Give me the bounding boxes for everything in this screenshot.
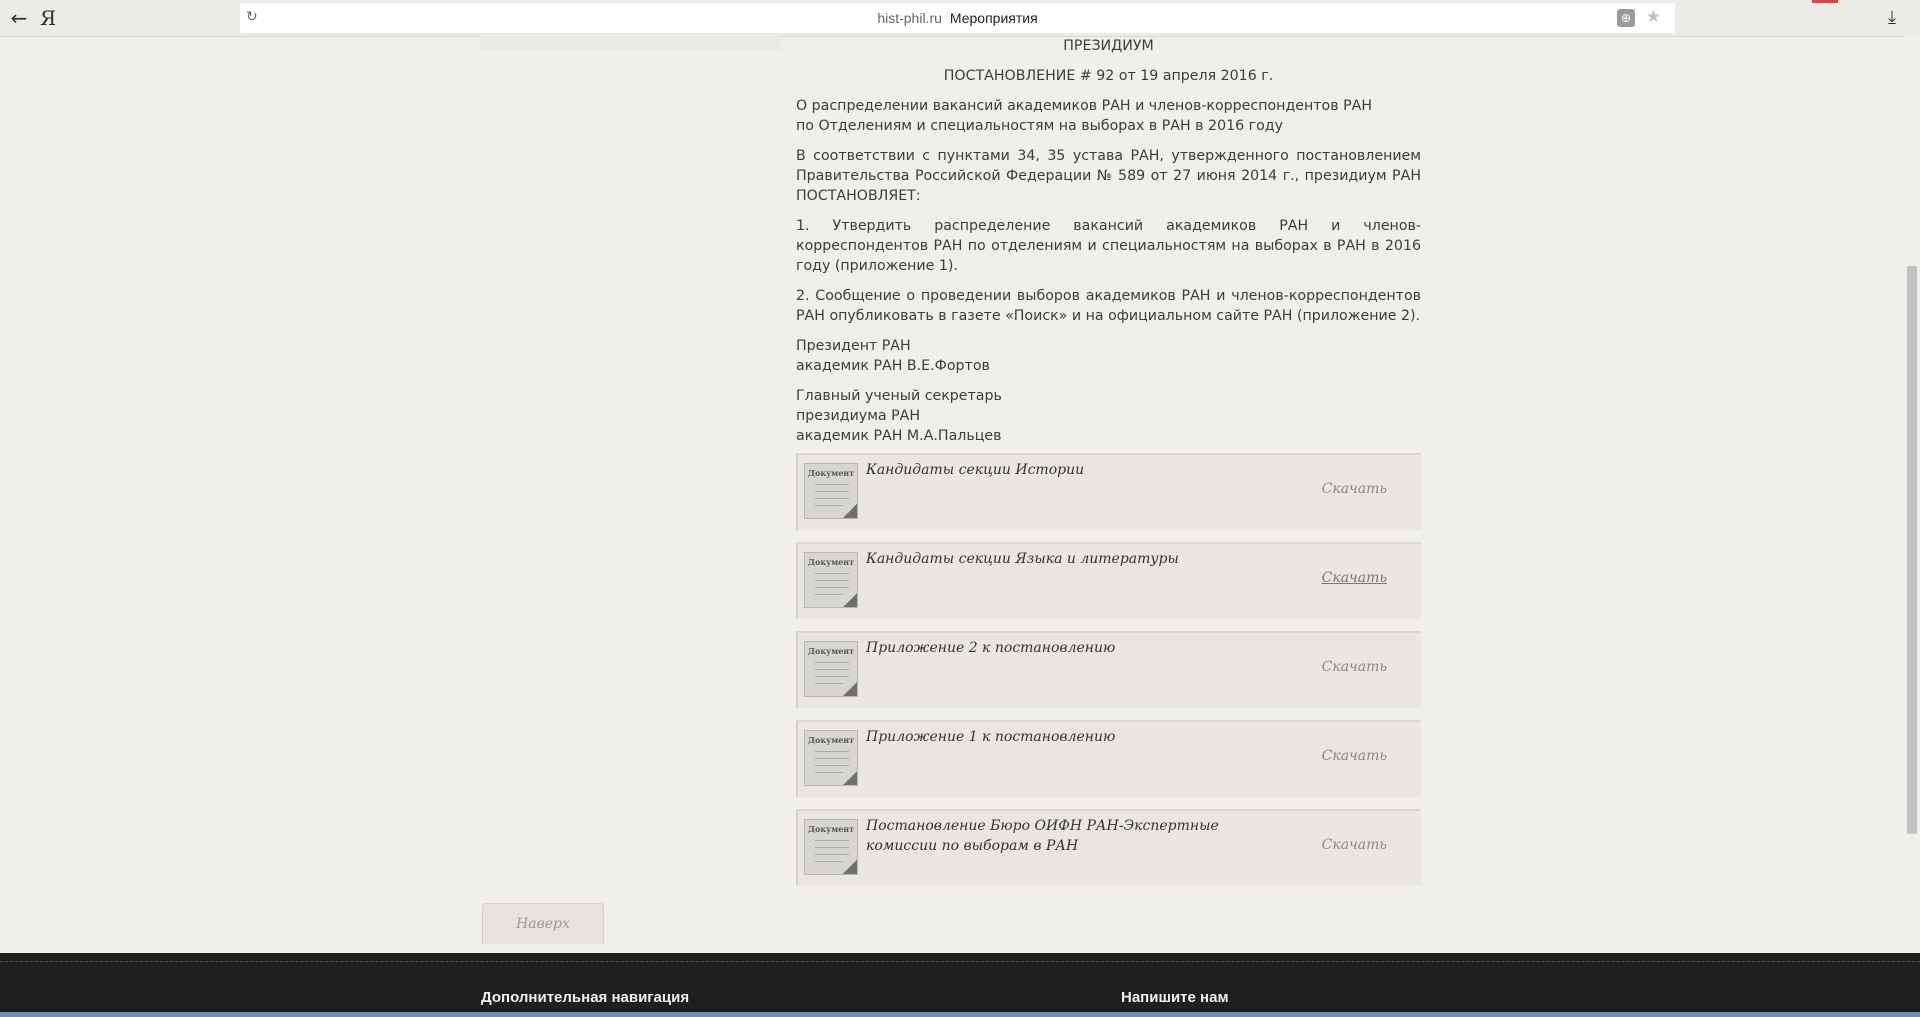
secretary-body: президиума РАН bbox=[796, 408, 921, 424]
decree-item-2: 2. Сообщение о проведении выборов академ… bbox=[796, 288, 1421, 324]
document-icon: Документ bbox=[804, 730, 858, 786]
footer-contact-heading: Напишите нам bbox=[1121, 989, 1229, 1006]
decree-heading: ПРЕЗИДИУМ bbox=[1063, 38, 1154, 54]
document-title[interactable]: Кандидаты секции Истории bbox=[866, 460, 1286, 480]
document-item: Документ Приложение 2 к постановлению Ск… bbox=[796, 631, 1421, 708]
scrollbar-thumb[interactable] bbox=[1907, 266, 1917, 834]
decree-number: ПОСТАНОВЛЕНИЕ # 92 от 19 апреля 2016 г. bbox=[943, 68, 1274, 84]
document-item: Документ Приложение 1 к постановлению Ск… bbox=[796, 720, 1421, 797]
os-taskbar bbox=[0, 1012, 1920, 1017]
president-signature: Президент РАН академик РАН В.Е.Фортов bbox=[796, 336, 1421, 376]
president-title: Президент РАН bbox=[796, 338, 911, 354]
site-footer: Дополнительная навигация Напишите нам bbox=[0, 953, 1920, 1017]
decree-subject-line1: О распределении вакансий академиков РАН … bbox=[796, 98, 1372, 114]
address-page-title: Мероприятия bbox=[949, 10, 1038, 26]
secretary-title: Главный ученый секретарь bbox=[796, 388, 1002, 404]
download-link[interactable]: Скачать bbox=[1322, 748, 1387, 764]
document-list: Документ Кандидаты секции Истории Скачат… bbox=[796, 453, 1421, 898]
decree-content: ПРЕЗИДИУМ ПОСТАНОВЛЕНИЕ # 92 от 19 апрел… bbox=[796, 36, 1421, 456]
browser-toolbar: ← Я ↻ hist-phil.ru Мероприятия ⊕ ★ ⤓ bbox=[0, 0, 1920, 37]
footer-divider bbox=[0, 961, 1920, 962]
address-bar[interactable]: ↻ hist-phil.ru Мероприятия ⊕ ★ bbox=[240, 3, 1675, 33]
address-text: hist-phil.ru Мероприятия bbox=[240, 10, 1675, 26]
document-item: Документ Кандидаты секции Языка и литера… bbox=[796, 542, 1421, 619]
address-domain: hist-phil.ru bbox=[877, 10, 942, 26]
download-link[interactable]: Скачать bbox=[1322, 837, 1387, 853]
document-title[interactable]: Приложение 2 к постановлению bbox=[866, 638, 1286, 658]
decree-subject: О распределении вакансий академиков РАН … bbox=[796, 96, 1421, 136]
bookmark-star-icon[interactable]: ★ bbox=[1646, 7, 1661, 27]
document-icon: Документ bbox=[804, 819, 858, 875]
back-to-top-button[interactable]: Наверх bbox=[482, 903, 604, 944]
page-scrollbar[interactable] bbox=[1904, 36, 1920, 953]
document-item: Документ Постановление Бюро ОИФН РАН-Экс… bbox=[796, 809, 1421, 886]
document-title[interactable]: Кандидаты секции Языка и литературы bbox=[866, 549, 1286, 569]
document-icon: Документ bbox=[804, 641, 858, 697]
decree-item-1: 1. Утвердить распределение вакансий акад… bbox=[796, 218, 1421, 274]
download-link[interactable]: Скачать bbox=[1322, 570, 1387, 586]
yandex-logo[interactable]: Я bbox=[40, 6, 56, 30]
document-icon: Документ bbox=[804, 463, 858, 519]
president-name: академик РАН В.Е.Фортов bbox=[796, 358, 990, 374]
decree-preamble: В соответствии с пунктами 34, 35 устава … bbox=[796, 148, 1421, 204]
document-title[interactable]: Постановление Бюро ОИФН РАН-Экспертные к… bbox=[866, 816, 1286, 856]
arrow-left-icon[interactable]: ← bbox=[8, 7, 30, 29]
document-icon: Документ bbox=[804, 552, 858, 608]
footer-nav-heading: Дополнительная навигация bbox=[481, 989, 690, 1006]
download-link[interactable]: Скачать bbox=[1322, 481, 1387, 497]
document-item: Документ Кандидаты секции Истории Скачат… bbox=[796, 453, 1421, 530]
left-column-strip bbox=[480, 36, 780, 50]
download-icon[interactable]: ⤓ bbox=[1888, 7, 1896, 28]
decree-subject-line2: по Отделениям и специальностям на выбора… bbox=[796, 118, 1283, 134]
extension-icon[interactable]: ⊕ bbox=[1617, 9, 1635, 27]
document-title[interactable]: Приложение 1 к постановлению bbox=[866, 727, 1286, 747]
notification-indicator bbox=[1812, 0, 1838, 3]
secretary-name: академик РАН М.А.Пальцев bbox=[796, 428, 1002, 444]
secretary-signature: Главный ученый секретарь президиума РАН … bbox=[796, 386, 1421, 446]
download-link[interactable]: Скачать bbox=[1322, 659, 1387, 675]
